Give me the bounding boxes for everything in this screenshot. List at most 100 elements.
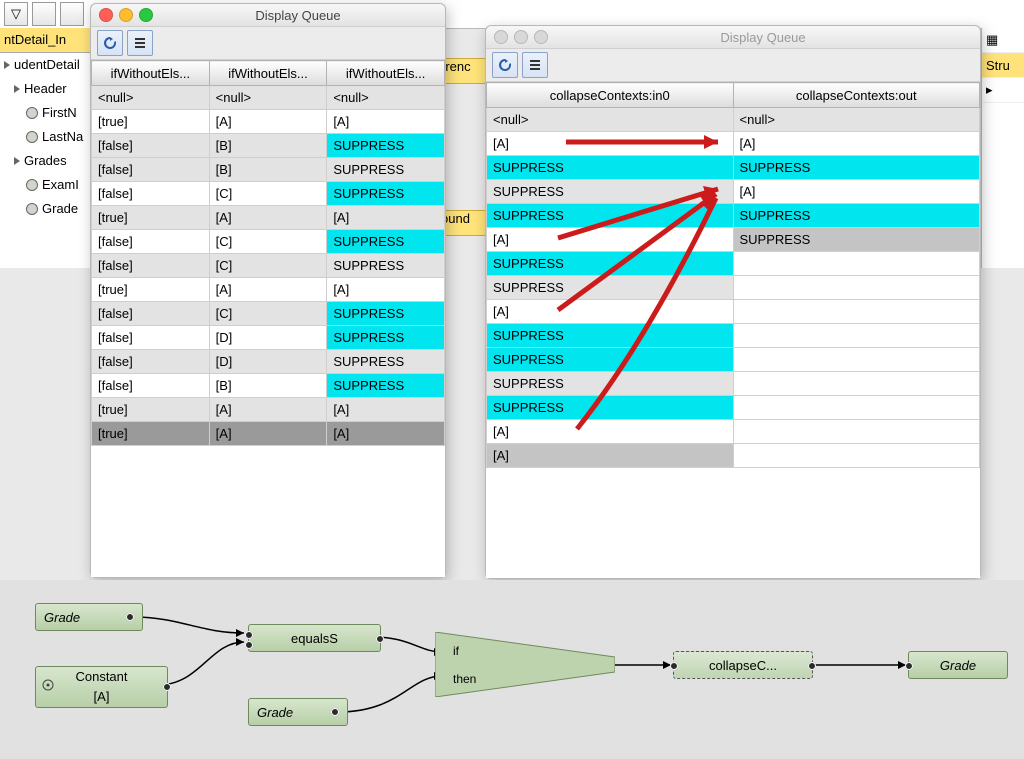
col-collapse-in0[interactable]: collapseContexts:in0	[487, 83, 734, 108]
tree-item-header[interactable]: Header	[0, 77, 92, 101]
table-cell: <null>	[327, 86, 445, 110]
out-port[interactable]	[808, 662, 816, 670]
table-row[interactable]: [true][A][A]	[92, 422, 445, 446]
out-port[interactable]	[163, 683, 171, 691]
table-row[interactable]: [true][A][A]	[92, 278, 445, 302]
col-ifwithoutelse-1[interactable]: ifWithoutEls...	[92, 61, 210, 86]
expand-icon	[4, 61, 10, 69]
table-cell: SUPPRESS	[733, 228, 980, 252]
node-constant[interactable]: Constant [A]	[35, 666, 168, 708]
node-grade-source-2[interactable]: Grade	[248, 698, 348, 726]
tree-item-firstname[interactable]: FirstN	[0, 101, 92, 125]
table-row[interactable]: [A]	[487, 444, 980, 468]
table-row[interactable]: [A]	[487, 300, 980, 324]
refresh-button[interactable]	[492, 52, 518, 78]
tree-item-lastname[interactable]: LastNa	[0, 125, 92, 149]
table-row[interactable]: SUPPRESSSUPPRESS	[487, 204, 980, 228]
queue-table-2-wrap[interactable]: collapseContexts:in0 collapseContexts:ou…	[486, 82, 980, 578]
table-row[interactable]: [A]	[487, 420, 980, 444]
table-row[interactable]: SUPPRESS[A]	[487, 180, 980, 204]
table-row[interactable]: [A]SUPPRESS	[487, 228, 980, 252]
table-cell: [A]	[209, 422, 327, 446]
minimize-icon[interactable]	[514, 30, 528, 44]
zoom-icon[interactable]	[139, 8, 153, 22]
table-row[interactable]: [false][C]SUPPRESS	[92, 230, 445, 254]
refresh-button[interactable]	[97, 30, 123, 56]
tree-tab-studentdetail-in[interactable]: ntDetail_In	[0, 28, 92, 53]
close-icon[interactable]	[494, 30, 508, 44]
table-cell	[733, 348, 980, 372]
table-row[interactable]: [true][A][A]	[92, 206, 445, 230]
table-cell: SUPPRESS	[487, 396, 734, 420]
tree-item-examid[interactable]: ExamI	[0, 173, 92, 197]
tab-icon-3[interactable]	[60, 2, 84, 26]
tree-item-grade[interactable]: Grade	[0, 197, 92, 221]
table-cell: SUPPRESS	[327, 254, 445, 278]
in-port-2[interactable]	[245, 641, 253, 649]
table-cell: [true]	[92, 206, 210, 230]
in-port-1[interactable]	[245, 631, 253, 639]
titlebar-2[interactable]: Display Queue	[486, 26, 980, 49]
table-row[interactable]: [false][C]SUPPRESS	[92, 182, 445, 206]
titlebar-1[interactable]: Display Queue	[91, 4, 445, 27]
list-button[interactable]	[127, 30, 153, 56]
node-label: Grade	[257, 705, 293, 720]
table-cell: SUPPRESS	[487, 156, 734, 180]
table-row[interactable]: SUPPRESS	[487, 276, 980, 300]
in-port[interactable]	[905, 662, 913, 670]
tree-item-studentdetail[interactable]: udentDetail	[0, 53, 92, 77]
right-tool-expand[interactable]: ▸	[982, 78, 1024, 103]
table-cell: [true]	[92, 398, 210, 422]
col-ifwithoutelse-2[interactable]: ifWithoutEls...	[209, 61, 327, 86]
tab-icon-funnel[interactable]: ▽	[4, 2, 28, 26]
table-cell: SUPPRESS	[327, 302, 445, 326]
table-row[interactable]: SUPPRESS	[487, 348, 980, 372]
table-cell: [false]	[92, 326, 210, 350]
list-button[interactable]	[522, 52, 548, 78]
minimize-icon[interactable]	[119, 8, 133, 22]
table-row[interactable]: [true][A][A]	[92, 398, 445, 422]
right-tool-structure[interactable]: Stru	[982, 53, 1024, 78]
tree-item-grades[interactable]: Grades	[0, 149, 92, 173]
col-collapse-out[interactable]: collapseContexts:out	[733, 83, 980, 108]
node-ifwithoutelse[interactable]: if then	[435, 632, 615, 697]
table-row[interactable]: SUPPRESS	[487, 372, 980, 396]
table-cell: SUPPRESS	[327, 230, 445, 254]
table-row[interactable]: [true][A][A]	[92, 110, 445, 134]
table-row[interactable]: SUPPRESS	[487, 324, 980, 348]
node-equalss[interactable]: equalsS	[248, 624, 381, 652]
table-row[interactable]: [false][B]SUPPRESS	[92, 374, 445, 398]
table-cell	[733, 420, 980, 444]
node-collapsecontexts[interactable]: collapseC...	[673, 651, 813, 679]
table-cell: [true]	[92, 422, 210, 446]
table-row[interactable]: SUPPRESS	[487, 252, 980, 276]
tab-icon-2[interactable]	[32, 2, 56, 26]
table-row[interactable]: [false][D]SUPPRESS	[92, 350, 445, 374]
in-port[interactable]	[670, 662, 678, 670]
trapezoid-shape	[435, 632, 615, 697]
out-port[interactable]	[331, 708, 339, 716]
node-grade-target[interactable]: Grade	[908, 651, 1008, 679]
out-port[interactable]	[376, 635, 384, 643]
table-row[interactable]: [false][C]SUPPRESS	[92, 302, 445, 326]
out-port[interactable]	[126, 613, 134, 621]
right-tool-1[interactable]: ▦	[982, 28, 1024, 53]
table-row[interactable]: [false][B]SUPPRESS	[92, 158, 445, 182]
queue-table-1-wrap[interactable]: ifWithoutEls... ifWithoutEls... ifWithou…	[91, 60, 445, 577]
table-cell: [C]	[209, 230, 327, 254]
close-icon[interactable]	[99, 8, 113, 22]
table-row[interactable]: [A][A]	[487, 132, 980, 156]
table-row[interactable]: <null><null><null>	[92, 86, 445, 110]
table-cell: [A]	[733, 180, 980, 204]
table-row[interactable]: [false][C]SUPPRESS	[92, 254, 445, 278]
table-row[interactable]: <null><null>	[487, 108, 980, 132]
zoom-icon[interactable]	[534, 30, 548, 44]
node-grade-source-1[interactable]: Grade	[35, 603, 143, 631]
table-cell: [A]	[327, 278, 445, 302]
table-row[interactable]: SUPPRESS	[487, 396, 980, 420]
table-row[interactable]: SUPPRESSSUPPRESS	[487, 156, 980, 180]
mapping-diagram[interactable]: Grade Constant [A] equalsS Grade if then	[0, 580, 1024, 759]
table-row[interactable]: [false][D]SUPPRESS	[92, 326, 445, 350]
table-row[interactable]: [false][B]SUPPRESS	[92, 134, 445, 158]
col-ifwithoutelse-3[interactable]: ifWithoutEls...	[327, 61, 445, 86]
